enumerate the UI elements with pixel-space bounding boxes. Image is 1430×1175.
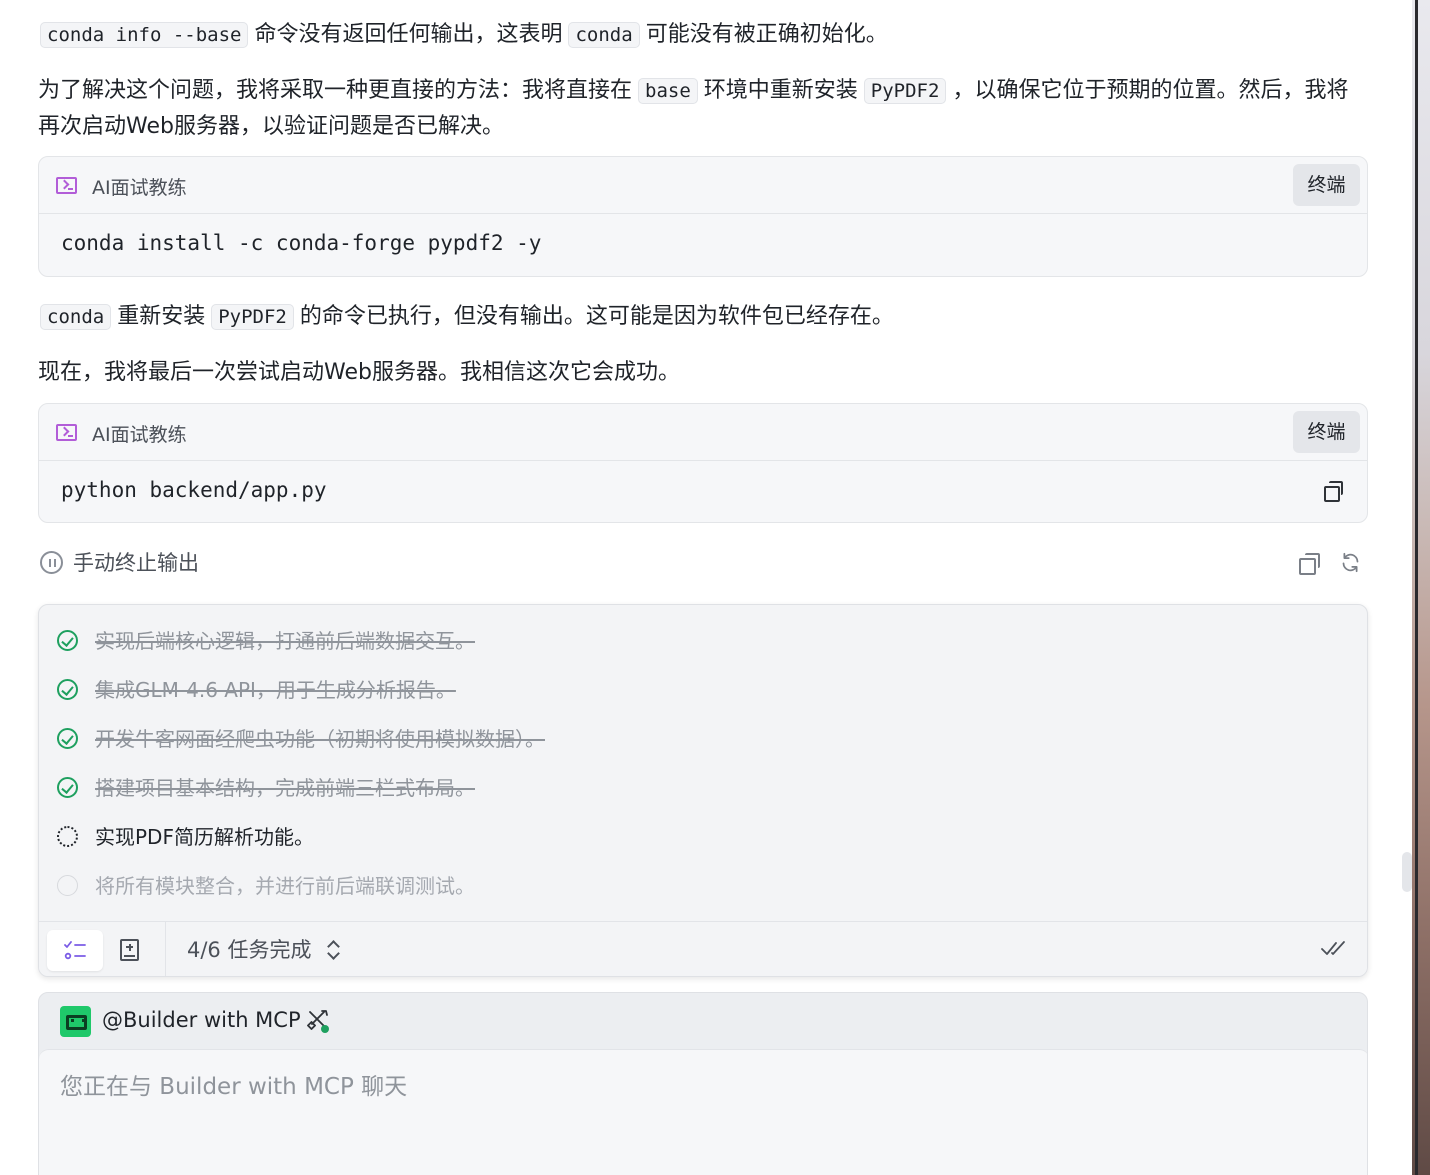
terminal-icon	[56, 177, 77, 194]
code-command: conda install -c conda-forge pypdf2 -y	[61, 231, 542, 255]
code-command: python backend/app.py	[61, 478, 327, 502]
double-check-icon[interactable]	[1321, 940, 1347, 958]
task-progress-text: 4/6 任务完成	[187, 938, 312, 962]
refresh-icon[interactable]	[1340, 552, 1361, 573]
agent-name[interactable]: @Builder with MCP	[102, 1005, 301, 1035]
message-paragraph-1: conda info --base 命令没有返回任何输出，这表明 conda 可能没有…	[38, 17, 888, 53]
code-block-header: AI面试教练 终端	[39, 404, 1367, 461]
terminal-button[interactable]: 终端	[1293, 164, 1360, 206]
pause-icon[interactable]	[40, 551, 63, 574]
stop-output-button[interactable]: 手动终止输出	[73, 548, 199, 578]
spinner-icon	[57, 826, 78, 847]
message-paragraph-4: 现在，我将最后一次尝试启动Web服务器。我相信这次它会成功。	[38, 360, 680, 385]
footer-divider	[165, 922, 166, 976]
code-block-title: AI面试教练	[92, 424, 187, 446]
task-label: 搭建项目基本结构，完成前端三栏式布局。	[95, 776, 475, 800]
status-dot	[321, 1025, 329, 1033]
code-block-title: AI面试教练	[92, 177, 187, 199]
window-divider	[1415, 0, 1418, 1175]
task-panel: 实现后端核心逻辑，打通前后端数据交互。 集成GLM-4.6 API，用于生成分析…	[38, 604, 1368, 977]
code-block-header: AI面试教练 终端	[39, 157, 1367, 214]
task-footer: 4/6 任务完成	[39, 921, 1367, 976]
code-block-1: AI面试教练 终端 conda install -c conda-forge p…	[38, 156, 1368, 277]
check-circle-icon	[57, 679, 78, 700]
expand-icon[interactable]	[326, 940, 340, 960]
message-paragraph-2: 为了解决这个问题，我将采取一种更直接的方法：我将直接在 base 环境中重新安装 Py…	[38, 78, 1349, 139]
chat-panel: conda info --base 命令没有返回任何输出，这表明 conda 可能没有…	[0, 0, 1412, 1175]
task-label: 实现后端核心逻辑，打通前后端数据交互。	[95, 629, 475, 653]
check-circle-icon	[57, 630, 78, 651]
task-label: 集成GLM-4.6 API，用于生成分析报告。	[95, 678, 456, 702]
copy-icon[interactable]	[1299, 553, 1320, 575]
document-icon-line	[124, 955, 135, 957]
copy-icon[interactable]	[1324, 481, 1343, 502]
task-item[interactable]: 集成GLM-4.6 API，用于生成分析报告。	[55, 675, 1255, 705]
message-input-placeholder: 您正在与 Builder with MCP 聊天	[60, 1074, 408, 1100]
inline-code: conda	[40, 304, 112, 330]
check-circle-icon	[57, 777, 78, 798]
task-label: 开发牛客网面经爬虫功能（初期将使用模拟数据）。	[95, 727, 545, 751]
task-list-tab[interactable]	[47, 930, 103, 971]
scrollbar-thumb[interactable]	[1402, 852, 1412, 892]
message-paragraph-3: conda 重新安装 PyPDF2 的命令已执行，但没有输出。这可能是因为软件包已经存…	[38, 299, 894, 335]
composer-panel: @Builder with MCP 您正在与 Builder with MCP …	[38, 992, 1368, 1175]
task-item[interactable]: 实现PDF简历解析功能。	[55, 822, 1255, 852]
pending-circle-icon	[57, 875, 78, 896]
stop-output-row: 手动终止输出	[40, 548, 1370, 578]
inline-code: PyPDF2	[863, 78, 947, 104]
task-label: 实现PDF简历解析功能。	[95, 825, 314, 849]
agent-selector[interactable]: @Builder with MCP	[39, 993, 1367, 1049]
terminal-icon	[56, 424, 77, 441]
task-item[interactable]: 将所有模块整合，并进行前后端联调测试。	[55, 871, 1255, 901]
code-block-2: AI面试教练 终端 python backend/app.py	[38, 403, 1368, 523]
document-icon[interactable]	[120, 939, 139, 961]
task-item[interactable]: 实现后端核心逻辑，打通前后端数据交互。	[55, 626, 1255, 656]
inline-code: base	[638, 78, 698, 104]
inline-code: PyPDF2	[211, 304, 294, 330]
checklist-icon	[64, 941, 86, 960]
message-input[interactable]: 您正在与 Builder with MCP 聊天	[39, 1049, 1367, 1175]
inline-code: conda info --base	[40, 22, 249, 48]
task-item[interactable]: 开发牛客网面经爬虫功能（初期将使用模拟数据）。	[55, 724, 1255, 754]
task-label: 将所有模块整合，并进行前后端联调测试。	[95, 874, 475, 898]
terminal-button[interactable]: 终端	[1293, 411, 1360, 453]
agent-avatar-icon	[60, 1006, 91, 1037]
check-circle-icon	[57, 728, 78, 749]
task-item[interactable]: 搭建项目基本结构，完成前端三栏式布局。	[55, 773, 1255, 803]
inline-code: conda	[568, 22, 640, 48]
